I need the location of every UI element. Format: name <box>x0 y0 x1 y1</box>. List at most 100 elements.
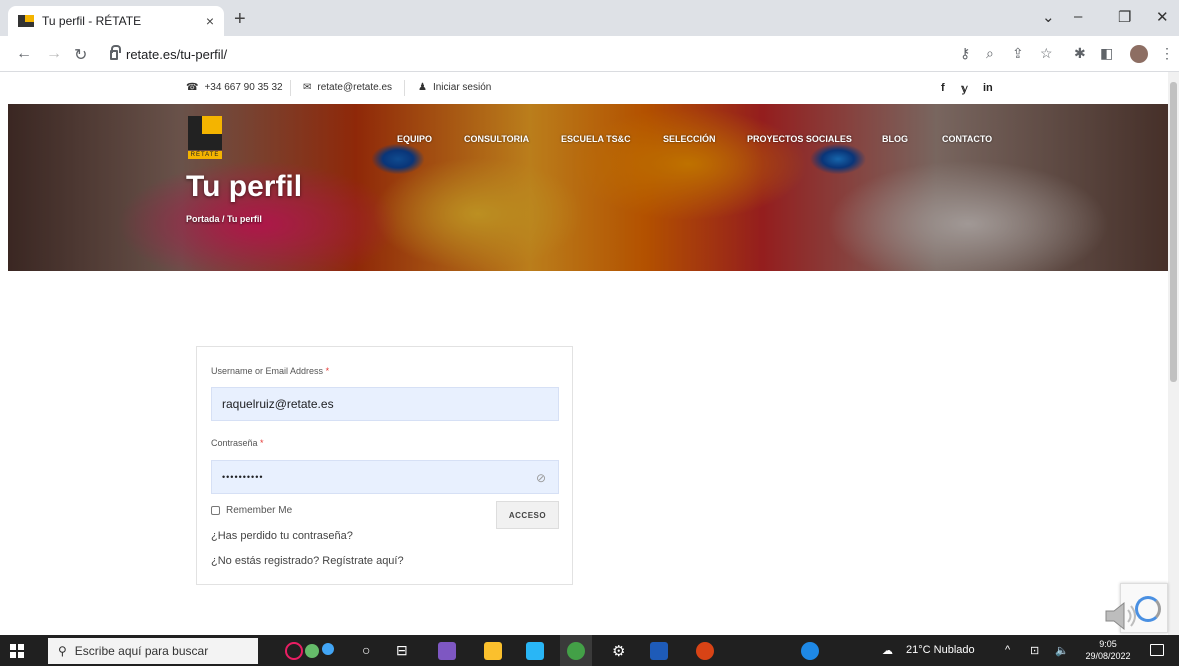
user-icon: ♟ <box>418 82 427 93</box>
breadcrumb: Portada / Tu perfil <box>186 214 262 224</box>
username-value: raquelruiz@retate.es <box>222 397 334 411</box>
hide-password-eye-icon[interactable]: ⊘ <box>536 471 546 485</box>
remember-me-checkbox[interactable] <box>211 506 220 515</box>
phone-contact[interactable]: ☎ +34 667 90 35 32 <box>186 82 283 93</box>
restore-button[interactable]: ❐ <box>1118 8 1131 26</box>
close-window-button[interactable]: ✕ <box>1156 8 1169 26</box>
cortana-icon[interactable]: ○ <box>362 642 370 658</box>
remember-me-label: Remember Me <box>226 505 293 516</box>
menu-item-escuela[interactable]: ESCUELA TS&C <box>561 134 631 144</box>
username-label-text: Username or Email Address <box>211 366 324 376</box>
windows-start-icon[interactable] <box>10 644 24 658</box>
email-address: retate@retate.es <box>317 82 393 93</box>
search-placeholder: Escribe aquí para buscar <box>74 644 209 658</box>
share-icon[interactable]: ⇪ <box>1012 45 1024 62</box>
required-mark: * <box>325 366 330 376</box>
task-view-icon[interactable]: ⊟ <box>396 642 408 659</box>
profile-avatar[interactable] <box>1130 45 1148 63</box>
taskbar-search-input[interactable]: ⚲ Escribe aquí para buscar <box>48 638 258 664</box>
search-highlight-doodle-icon[interactable] <box>282 639 342 663</box>
menu-item-proyectos-sociales[interactable]: PROYECTOS SOCIALES <box>747 134 852 144</box>
facebook-icon[interactable]: f <box>941 82 945 94</box>
search-icon: ⚲ <box>58 644 67 658</box>
weather-text[interactable]: 21°C Nublado <box>906 644 975 656</box>
topbar-divider <box>404 80 405 96</box>
extensions-icon[interactable]: ✱ <box>1074 45 1086 62</box>
breadcrumb-home-link[interactable]: Portada <box>186 214 220 224</box>
lock-icon[interactable] <box>110 45 121 60</box>
login-form: Username or Email Address * raquelruiz@r… <box>196 346 573 585</box>
login-link[interactable]: ♟ Iniciar sesión <box>418 82 491 93</box>
hero-banner: RÉTATE EQUIPO CONSULTORIA ESCUELA TS&C S… <box>8 104 1168 271</box>
tab-close-icon[interactable]: × <box>206 13 214 29</box>
tray-chevron-icon[interactable]: ^ <box>1005 644 1010 656</box>
browser-tab-strip: Tu perfil - RÉTATE × + ⌄ – ❐ ✕ <box>0 0 1179 36</box>
menu-item-consultoria[interactable]: CONSULTORIA <box>464 134 529 144</box>
settings-gear-icon[interactable]: ⚙ <box>612 642 625 660</box>
login-submit-button[interactable]: ACCESO <box>496 501 559 529</box>
phone-icon: ☎ <box>186 82 199 93</box>
linkedin-icon[interactable]: in <box>983 82 993 94</box>
menu-item-seleccion[interactable]: SELECCIÓN <box>663 134 716 144</box>
tab-title: Tu perfil - RÉTATE <box>42 14 142 28</box>
new-tab-button[interactable]: + <box>234 8 246 31</box>
paint-app-icon[interactable] <box>438 642 456 660</box>
breadcrumb-separator: / <box>219 214 228 224</box>
menu-item-blog[interactable]: BLOG <box>882 134 908 144</box>
taskbar-clock[interactable]: 9:05 29/08/2022 <box>1084 638 1132 662</box>
site-favicon-icon <box>18 15 34 27</box>
password-value: •••••••••• <box>222 472 264 482</box>
cloud-weather-icon[interactable]: ☁ <box>882 644 893 657</box>
retate-logo[interactable] <box>188 116 222 150</box>
topbar-divider <box>290 80 291 96</box>
url-text: retate.es/tu-perfil/ <box>126 46 228 62</box>
word-app-icon[interactable] <box>650 642 668 660</box>
menu-item-contacto[interactable]: CONTACTO <box>942 134 992 144</box>
scrollbar-thumb[interactable] <box>1170 82 1177 382</box>
phone-number: +34 667 90 35 32 <box>204 82 283 93</box>
site-top-bar: ☎ +34 667 90 35 32 ✉ retate@retate.es ♟ … <box>0 72 1168 104</box>
twitter-icon[interactable]: 𝕪 <box>961 82 968 95</box>
envelope-icon: ✉ <box>303 82 312 93</box>
browser-tab[interactable]: Tu perfil - RÉTATE × <box>8 6 224 36</box>
password-key-icon[interactable]: ⚷ <box>960 45 970 62</box>
menu-item-equipo[interactable]: EQUIPO <box>397 134 432 144</box>
required-mark: * <box>260 438 264 448</box>
forward-arrow-icon[interactable]: → <box>46 45 62 63</box>
volume-icon[interactable]: 🔈 <box>1055 644 1069 657</box>
minimize-button[interactable]: – <box>1074 8 1082 25</box>
zoom-icon[interactable]: ⌕ <box>986 45 994 62</box>
back-arrow-icon[interactable]: ← <box>16 45 32 63</box>
remember-me[interactable]: Remember Me <box>211 505 292 516</box>
address-bar[interactable]: retate.es/tu-perfil/ <box>100 41 940 67</box>
password-label: Contraseña * <box>211 438 264 448</box>
breadcrumb-current: Tu perfil <box>227 214 262 224</box>
lost-password-link[interactable]: ¿Has perdido tu contraseña? <box>211 530 353 542</box>
notifications-icon[interactable] <box>1150 644 1164 656</box>
reload-icon[interactable]: ↻ <box>74 45 87 65</box>
chrome-app-icon[interactable] <box>567 642 585 660</box>
file-explorer-icon[interactable] <box>484 642 502 660</box>
register-link[interactable]: ¿No estás registrado? Regístrate aquí? <box>211 555 404 567</box>
password-input[interactable]: •••••••••• ⊘ <box>211 460 559 494</box>
powerpoint-app-icon[interactable] <box>696 642 714 660</box>
logo-wordmark: RÉTATE <box>188 151 222 159</box>
page-title: Tu perfil <box>186 170 303 203</box>
windows-taskbar: ⚲ Escribe aquí para buscar ○ ⊟ ⚙ ☁ 21°C … <box>0 635 1179 666</box>
network-icon[interactable]: ⊡ <box>1030 644 1039 657</box>
chrome-menu-icon[interactable]: ⋮ <box>1160 45 1174 62</box>
page-scrollbar[interactable] <box>1168 72 1179 635</box>
username-label: Username or Email Address * <box>211 366 329 376</box>
hero-overlay <box>8 104 1168 271</box>
help-app-icon[interactable] <box>801 642 819 660</box>
speaker-icon <box>1105 601 1136 631</box>
email-contact[interactable]: ✉ retate@retate.es <box>303 82 392 93</box>
sidepanel-icon[interactable]: ◧ <box>1100 45 1113 62</box>
bookmark-star-icon[interactable]: ☆ <box>1040 45 1053 62</box>
photos-app-icon[interactable] <box>526 642 544 660</box>
password-label-text: Contraseña <box>211 438 258 448</box>
tab-search-chevron-icon[interactable]: ⌄ <box>1042 8 1055 26</box>
username-input[interactable]: raquelruiz@retate.es <box>211 387 559 421</box>
clock-time: 9:05 <box>1099 639 1117 649</box>
login-label: Iniciar sesión <box>432 82 492 93</box>
